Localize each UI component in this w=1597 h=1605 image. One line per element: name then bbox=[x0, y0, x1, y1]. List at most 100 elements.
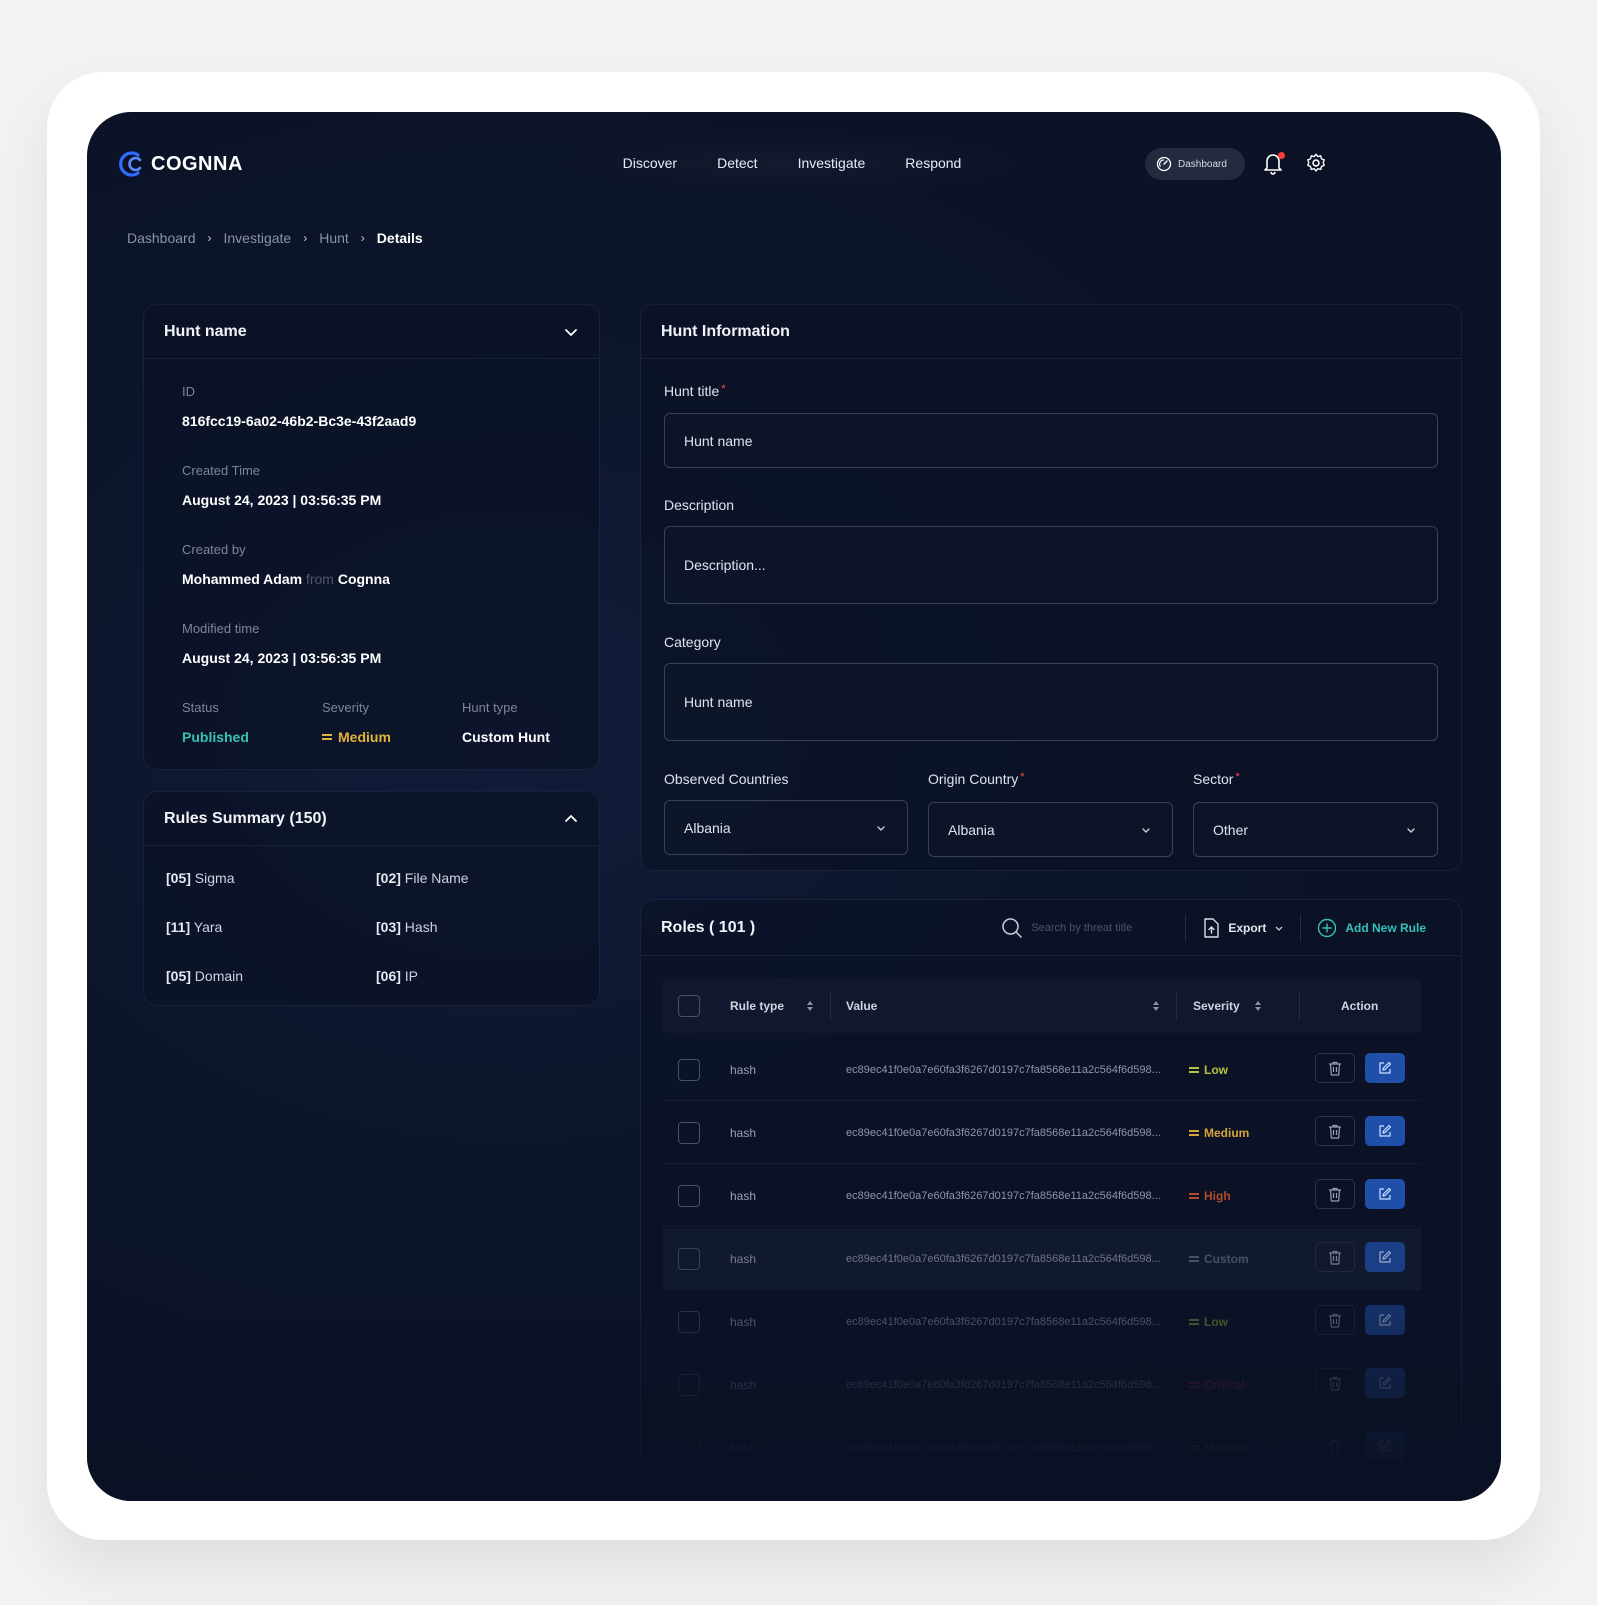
hunt-title-label: Hunt title * bbox=[664, 383, 726, 399]
hunt-title-input[interactable]: Hunt name bbox=[664, 413, 1438, 468]
export-button[interactable]: Export bbox=[1185, 914, 1300, 942]
created-by-label: Created by bbox=[182, 542, 246, 557]
table-row[interactable]: hash ec89ec41f0e0a7e60fa3f6267d0197c7fa85… bbox=[663, 1291, 1421, 1353]
delete-button[interactable] bbox=[1315, 1116, 1355, 1146]
description-input[interactable]: Description... bbox=[664, 526, 1438, 604]
trash-icon bbox=[1329, 1250, 1341, 1265]
edit-button[interactable] bbox=[1365, 1179, 1405, 1209]
nav-respond[interactable]: Respond bbox=[905, 155, 961, 171]
add-new-rule-label: Add New Rule bbox=[1345, 921, 1426, 935]
column-rule-type-label: Rule type bbox=[730, 999, 785, 1013]
gauge-icon bbox=[1156, 156, 1172, 172]
column-action-label: Action bbox=[1341, 999, 1379, 1013]
main-nav: Discover Detect Investigate Respond bbox=[552, 132, 1032, 194]
value-cell: ec89ec41f0e0a7e60fa3f6267d0197c7fa8568e1… bbox=[846, 1228, 1166, 1290]
hunt-details-header[interactable]: Hunt name bbox=[144, 305, 599, 359]
notification-dot bbox=[1278, 152, 1285, 159]
chevron-up-icon[interactable] bbox=[563, 811, 579, 827]
column-rule-type[interactable]: Rule type bbox=[730, 979, 814, 1033]
severity-badge: Medium bbox=[1189, 1441, 1249, 1455]
severity-cell: Custom bbox=[1189, 1228, 1249, 1290]
rule-value: ec89ec41f0e0a7e60fa3f6267d0197c7fa8568e1… bbox=[846, 1252, 1161, 1265]
nav-discover[interactable]: Discover bbox=[623, 155, 677, 171]
status-label: Status bbox=[182, 700, 219, 715]
id-label: ID bbox=[182, 384, 195, 399]
select-all-cell bbox=[678, 979, 700, 1033]
edit-icon bbox=[1379, 1313, 1392, 1326]
id-group: ID 816fcc19-6a02-46b2-Bc3e-43f2aad9 bbox=[182, 384, 416, 429]
column-severity[interactable]: Severity bbox=[1193, 979, 1262, 1033]
origin-country-select[interactable]: Albania bbox=[928, 802, 1173, 857]
rule-type-cell: hash bbox=[730, 1252, 757, 1266]
delete-button[interactable] bbox=[1315, 1305, 1355, 1335]
rule-type-cell: hash bbox=[730, 1126, 757, 1140]
edit-button[interactable] bbox=[1365, 1305, 1405, 1335]
table-row[interactable]: hash ec89ec41f0e0a7e60fa3f6267d0197c7fa85… bbox=[663, 1165, 1421, 1227]
edit-icon bbox=[1379, 1376, 1392, 1389]
row-checkbox[interactable] bbox=[678, 1374, 700, 1396]
select-all-checkbox[interactable] bbox=[678, 995, 700, 1017]
severity-cell: Medium bbox=[1189, 1417, 1249, 1479]
table-row[interactable]: hash ec89ec41f0e0a7e60fa3f6267d0197c7fa85… bbox=[663, 1228, 1421, 1290]
edit-button[interactable] bbox=[1365, 1368, 1405, 1398]
rules-summary-header[interactable]: Rules Summary (150) bbox=[144, 792, 599, 846]
severity-icon bbox=[1189, 1193, 1199, 1199]
row-checkbox[interactable] bbox=[678, 1059, 700, 1081]
severity-badge: Low bbox=[1189, 1315, 1228, 1329]
add-new-rule-button[interactable]: Add New Rule bbox=[1300, 914, 1461, 942]
rule-type-cell: hash bbox=[730, 1315, 757, 1329]
breadcrumb-dashboard[interactable]: Dashboard bbox=[127, 230, 196, 246]
rule-type-cell: hash bbox=[730, 1441, 757, 1455]
row-checkbox[interactable] bbox=[678, 1437, 700, 1459]
table-row[interactable]: hash ec89ec41f0e0a7e60fa3f6267d0197c7fa85… bbox=[663, 1417, 1421, 1479]
search-box[interactable]: Search by threat title bbox=[985, 914, 1185, 942]
nav-investigate[interactable]: Investigate bbox=[798, 155, 866, 171]
edit-button[interactable] bbox=[1365, 1053, 1405, 1083]
row-checkbox[interactable] bbox=[678, 1311, 700, 1333]
row-checkbox[interactable] bbox=[678, 1122, 700, 1144]
breadcrumb-investigate[interactable]: Investigate bbox=[224, 230, 292, 246]
severity-badge: Custom bbox=[1189, 1252, 1249, 1266]
breadcrumb-hunt[interactable]: Hunt bbox=[319, 230, 349, 246]
delete-button[interactable] bbox=[1315, 1179, 1355, 1209]
severity-value: Medium bbox=[322, 729, 391, 745]
dashboard-button[interactable]: Dashboard bbox=[1145, 148, 1245, 180]
row-checkbox[interactable] bbox=[678, 1248, 700, 1270]
nav-detect[interactable]: Detect bbox=[717, 155, 757, 171]
hunt-type-label: Hunt type bbox=[462, 700, 518, 715]
gear-icon[interactable] bbox=[1305, 152, 1327, 174]
edit-button[interactable] bbox=[1365, 1431, 1405, 1461]
delete-button[interactable] bbox=[1315, 1242, 1355, 1272]
table-row[interactable]: hash ec89ec41f0e0a7e60fa3f6267d0197c7fa85… bbox=[663, 1354, 1421, 1416]
rule-summary-item: [02] File Name bbox=[376, 870, 469, 886]
sort-icon bbox=[1254, 1001, 1261, 1011]
rules-summary-card: Rules Summary (150) [05] Sigma [02] File… bbox=[143, 791, 600, 1006]
table-row[interactable]: hash ec89ec41f0e0a7e60fa3f6267d0197c7fa85… bbox=[663, 1039, 1421, 1101]
cognna-logo-icon bbox=[119, 151, 142, 177]
severity-group: Severity Medium bbox=[322, 700, 391, 745]
sector-select[interactable]: Other bbox=[1193, 802, 1438, 857]
edit-button[interactable] bbox=[1365, 1116, 1405, 1146]
edit-button[interactable] bbox=[1365, 1242, 1405, 1272]
app-screen: COGNNA Discover Detect Investigate Respo… bbox=[87, 112, 1501, 1501]
sort-icon[interactable] bbox=[1152, 1000, 1160, 1012]
delete-button[interactable] bbox=[1315, 1368, 1355, 1398]
observed-countries-value: Albania bbox=[684, 819, 731, 836]
column-value-label: Value bbox=[846, 999, 878, 1013]
hunt-type-value: Custom Hunt bbox=[462, 729, 550, 745]
row-select-cell bbox=[678, 1102, 700, 1164]
rule-value: ec89ec41f0e0a7e60fa3f6267d0197c7fa8568e1… bbox=[846, 1315, 1161, 1328]
created-by-value: Mohammed Adam from Cognna bbox=[182, 571, 390, 587]
category-input[interactable]: Hunt name bbox=[664, 663, 1438, 741]
column-value[interactable]: Value bbox=[846, 979, 877, 1033]
observed-countries-select[interactable]: Albania bbox=[664, 800, 908, 855]
delete-button[interactable] bbox=[1315, 1053, 1355, 1083]
chevron-down-icon[interactable] bbox=[563, 324, 579, 340]
row-checkbox[interactable] bbox=[678, 1185, 700, 1207]
severity-icon bbox=[1189, 1130, 1199, 1136]
table-row[interactable]: hash ec89ec41f0e0a7e60fa3f6267d0197c7fa85… bbox=[663, 1102, 1421, 1164]
value-cell: ec89ec41f0e0a7e60fa3f6267d0197c7fa8568e1… bbox=[846, 1354, 1166, 1416]
severity-icon bbox=[1189, 1067, 1199, 1073]
logo[interactable]: COGNNA bbox=[116, 148, 243, 180]
delete-button[interactable] bbox=[1315, 1431, 1355, 1461]
